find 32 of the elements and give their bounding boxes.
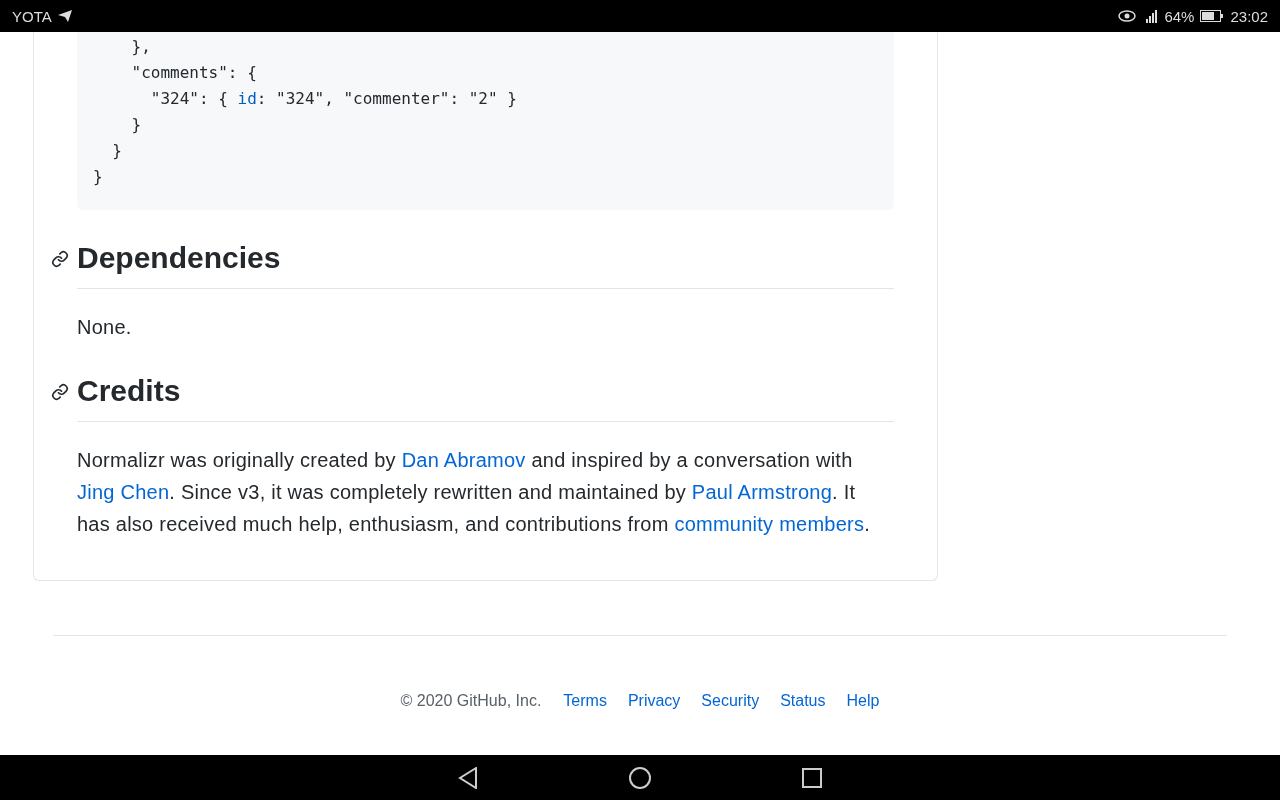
text-link[interactable]: Jing Chen	[77, 481, 170, 503]
footer-link[interactable]: Status	[780, 692, 826, 710]
recents-icon[interactable]	[802, 767, 822, 788]
footer-link[interactable]: Privacy	[627, 692, 681, 710]
copyright: © 2020 GitHub, Inc.	[400, 692, 542, 710]
battery-percent: 64%	[1164, 7, 1195, 25]
back-icon[interactable]	[458, 766, 478, 789]
code-line: }	[111, 140, 123, 162]
eye-icon	[1118, 10, 1137, 22]
link-icon[interactable]	[51, 383, 69, 401]
code-line: },	[130, 36, 152, 58]
battery-icon	[1200, 10, 1225, 22]
footer-link[interactable]: Terms	[563, 692, 607, 710]
text-link[interactable]: members	[779, 513, 865, 535]
code-line: }	[130, 114, 143, 136]
text-link[interactable]: community	[674, 513, 780, 535]
send-icon	[57, 10, 72, 22]
paragraph: Normalizr was originally created by Dan Abramov and inspired by a conversation with Jing Chen. Since v3, it was completely rewritten and maintained by Paul Armstrong. It has also received much help, enthusiasm, and contributions from community members.	[77, 448, 872, 537]
clock: 23:02	[1230, 7, 1268, 25]
code-line: "comments": {	[130, 62, 258, 84]
section-heading: Credits	[77, 373, 182, 409]
code-line: }	[93, 166, 104, 188]
text-link[interactable]: Paul Armstrong	[691, 481, 833, 503]
home-icon[interactable]	[628, 765, 652, 790]
text-link[interactable]: Dan Abramov	[401, 449, 526, 471]
code-line: "324": { id: "324", "commenter": "2" }	[149, 88, 518, 110]
footer-link[interactable]: Security	[701, 692, 760, 710]
paragraph: None.	[77, 315, 133, 340]
footer-link[interactable]: Help	[846, 692, 880, 710]
carrier-name: YOTA	[12, 7, 52, 25]
link-icon[interactable]	[51, 250, 69, 268]
section-heading: Dependencies	[77, 240, 282, 276]
